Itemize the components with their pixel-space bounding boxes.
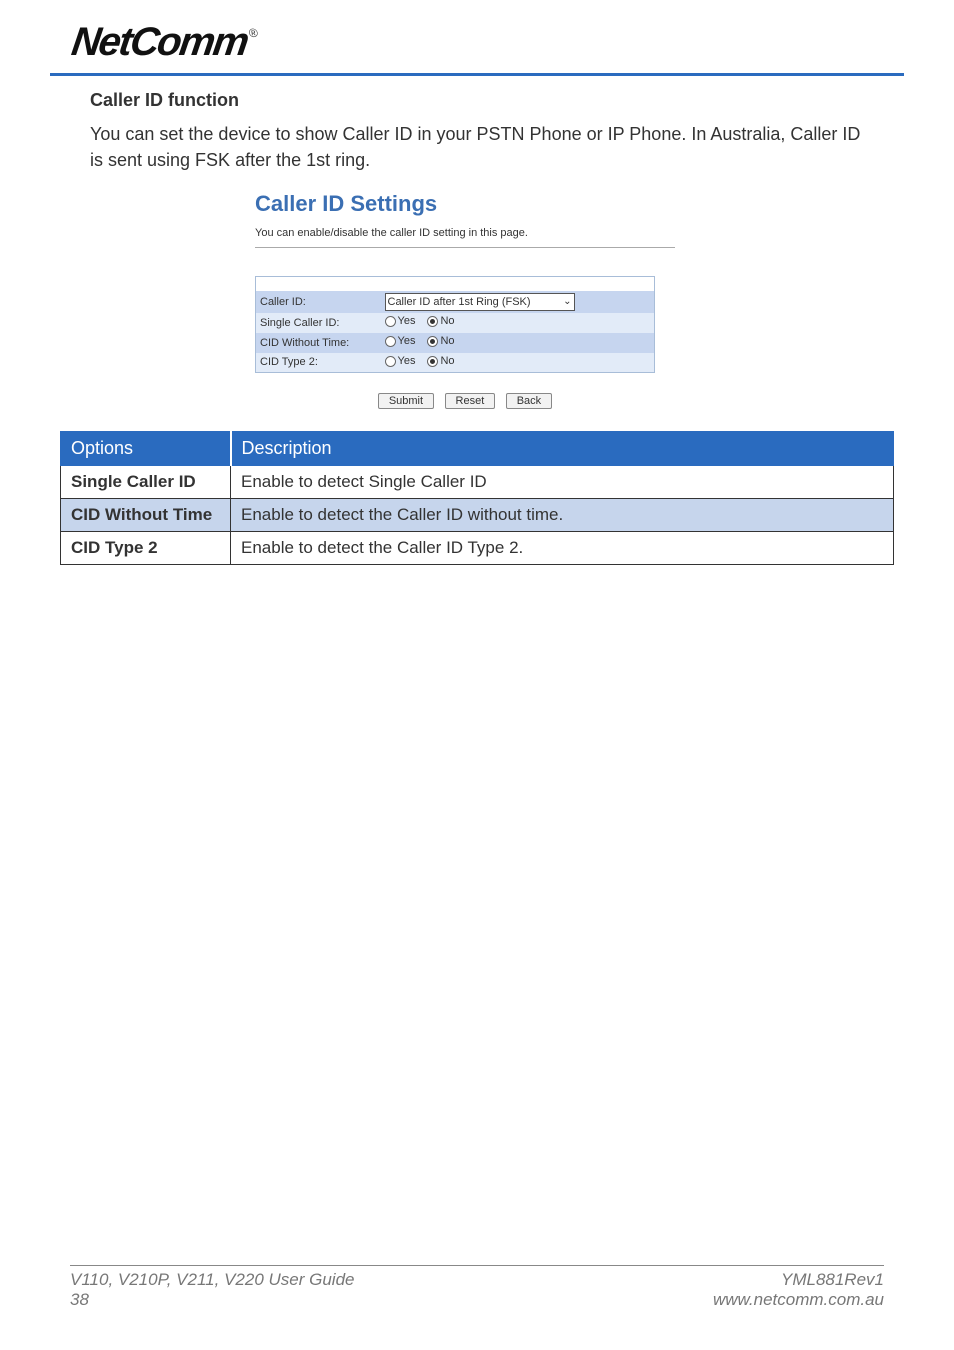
option-description: Enable to detect Single Caller ID bbox=[231, 466, 894, 499]
cid-without-time-no-radio[interactable] bbox=[427, 336, 438, 347]
option-name: CID Type 2 bbox=[61, 532, 231, 565]
options-header-description: Description bbox=[231, 432, 894, 466]
options-table: Options Description Single Caller ID Ena… bbox=[60, 431, 894, 565]
footer-url: www.netcomm.com.au bbox=[713, 1290, 884, 1310]
back-button[interactable]: Back bbox=[506, 393, 552, 409]
panel-subtitle: You can enable/disable the caller ID set… bbox=[255, 227, 675, 239]
brand-text: NetComm bbox=[69, 20, 250, 65]
option-description: Enable to detect the Caller ID without t… bbox=[231, 499, 894, 532]
footer-page-number: 38 bbox=[70, 1290, 354, 1310]
settings-table: Caller ID: Caller ID after 1st Ring (FSK… bbox=[255, 276, 655, 373]
brand-logo: NetComm® bbox=[0, 20, 954, 73]
settings-panel: Caller ID Settings You can enable/disabl… bbox=[255, 187, 675, 409]
footer-rule bbox=[70, 1265, 884, 1266]
cid-type-2-yes-radio[interactable] bbox=[385, 356, 396, 367]
section-heading: Caller ID function bbox=[90, 90, 864, 111]
caller-id-select[interactable]: Caller ID after 1st Ring (FSK) ⌄ bbox=[385, 293, 575, 311]
button-row: Submit Reset Back bbox=[255, 391, 675, 409]
radio-label: No bbox=[440, 315, 454, 327]
panel-divider bbox=[255, 247, 675, 248]
single-caller-id-yes-radio[interactable] bbox=[385, 316, 396, 327]
row-label: Caller ID: bbox=[256, 291, 381, 313]
footer-doc-rev: YML881Rev1 bbox=[713, 1270, 884, 1290]
footer-guide-name: V110, V210P, V211, V220 User Guide bbox=[70, 1270, 354, 1290]
radio-label: No bbox=[440, 355, 454, 367]
cid-without-time-yes-radio[interactable] bbox=[385, 336, 396, 347]
section-paragraph: You can set the device to show Caller ID… bbox=[90, 121, 864, 173]
options-header-options: Options bbox=[61, 432, 231, 466]
radio-label: No bbox=[440, 335, 454, 347]
option-name: CID Without Time bbox=[61, 499, 231, 532]
submit-button[interactable]: Submit bbox=[378, 393, 434, 409]
select-value: Caller ID after 1st Ring (FSK) bbox=[388, 296, 531, 308]
reset-button[interactable]: Reset bbox=[445, 393, 496, 409]
option-description: Enable to detect the Caller ID Type 2. bbox=[231, 532, 894, 565]
cid-type-2-no-radio[interactable] bbox=[427, 356, 438, 367]
row-label: CID Without Time: bbox=[256, 333, 381, 353]
registered-icon: ® bbox=[248, 26, 259, 40]
row-label: Single Caller ID: bbox=[256, 313, 381, 333]
option-name: Single Caller ID bbox=[61, 466, 231, 499]
radio-label: Yes bbox=[398, 315, 416, 327]
panel-title: Caller ID Settings bbox=[255, 187, 675, 217]
radio-label: Yes bbox=[398, 335, 416, 347]
radio-label: Yes bbox=[398, 355, 416, 367]
chevron-down-icon: ⌄ bbox=[563, 296, 571, 307]
row-label: CID Type 2: bbox=[256, 353, 381, 373]
page-footer: V110, V210P, V211, V220 User Guide 38 YM… bbox=[0, 1265, 954, 1310]
single-caller-id-no-radio[interactable] bbox=[427, 316, 438, 327]
